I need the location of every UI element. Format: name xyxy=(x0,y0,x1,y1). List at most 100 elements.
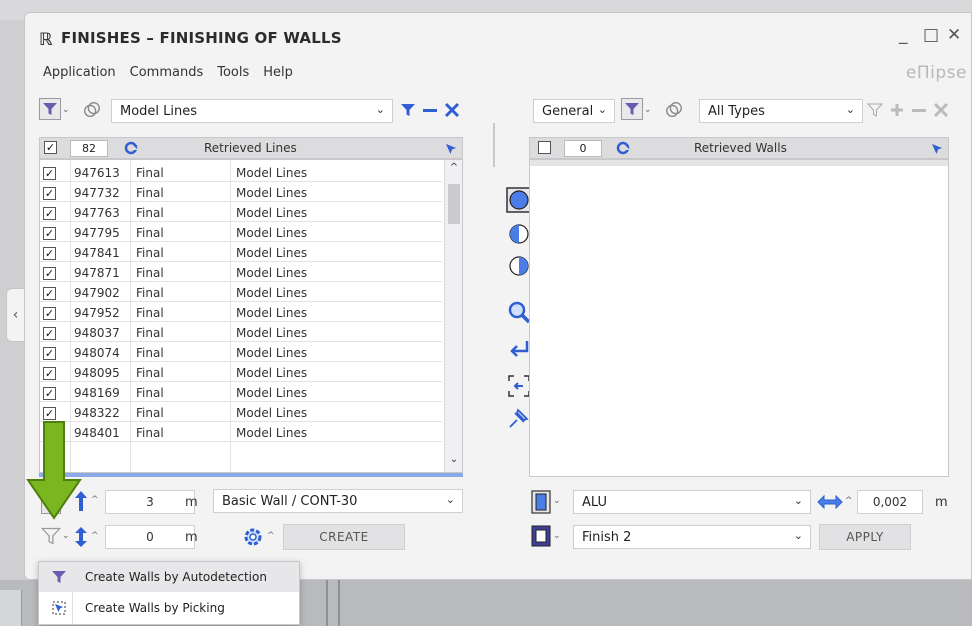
height-spinner-caret[interactable]: ^ xyxy=(91,495,99,505)
filter-dropdown-button[interactable] xyxy=(39,98,61,120)
menu-tools[interactable]: Tools xyxy=(215,65,251,80)
close-button[interactable]: ✕ xyxy=(947,25,961,45)
table-row[interactable]: ✓ 947763 Final Model Lines xyxy=(40,204,442,222)
row-checkbox[interactable]: ✓ xyxy=(43,267,56,280)
chevron-down-icon: ⌄ xyxy=(375,103,385,116)
height-input[interactable]: 3 xyxy=(105,490,195,514)
row-status: Final xyxy=(136,326,164,340)
minimize-button[interactable]: _ xyxy=(899,25,908,45)
menu-item-create-by-picking[interactable]: Create Walls by Picking xyxy=(39,593,299,623)
clear-filter-button[interactable] xyxy=(441,99,463,121)
row-type: Model Lines xyxy=(236,326,308,340)
funnel-icon[interactable] xyxy=(41,525,61,547)
material-value: ALU xyxy=(582,494,608,510)
material-layers-icon[interactable] xyxy=(531,490,551,514)
row-type: Model Lines xyxy=(236,266,308,280)
table-row[interactable]: ✓ 947841 Final Model Lines xyxy=(40,244,442,262)
row-id: 947952 xyxy=(74,306,120,320)
apply-button[interactable]: APPLY xyxy=(819,524,911,550)
create-mode-popup-menu: Create Walls by Autodetection Create Wal… xyxy=(38,561,300,625)
row-checkbox[interactable]: ✓ xyxy=(43,407,56,420)
row-type: Model Lines xyxy=(236,346,308,360)
types-select[interactable]: All Types ⌄ xyxy=(699,99,863,123)
walls-filter-dropdown-button[interactable] xyxy=(621,98,643,120)
row-checkbox[interactable]: ✓ xyxy=(43,247,56,260)
settings-caret[interactable]: ^ xyxy=(267,531,275,541)
line-category-select[interactable]: Model Lines ⌄ xyxy=(111,99,393,123)
lines-progress-bar xyxy=(39,473,463,477)
minus-icon[interactable] xyxy=(911,102,927,118)
gear-icon[interactable] xyxy=(241,525,265,549)
refresh-icon[interactable] xyxy=(124,141,138,155)
select-all-walls-checkbox[interactable] xyxy=(538,141,551,154)
table-row[interactable]: ✓ 947795 Final Model Lines xyxy=(40,224,442,242)
wall-type-select[interactable]: Basic Wall / CONT-30 ⌄ xyxy=(213,489,463,513)
row-checkbox[interactable]: ✓ xyxy=(43,387,56,400)
close-x-icon[interactable] xyxy=(933,102,949,118)
panel-splitter[interactable] xyxy=(493,123,495,167)
menu-commands[interactable]: Commands xyxy=(128,65,206,80)
maximize-button[interactable]: □ xyxy=(923,25,939,45)
table-row[interactable]: ✓ 947732 Final Model Lines xyxy=(40,184,442,202)
thickness-input[interactable]: 0,002 xyxy=(857,490,923,514)
row-id: 947902 xyxy=(74,286,120,300)
finish-swatch-icon[interactable] xyxy=(531,525,551,547)
table-row[interactable]: ✓ 948095 Final Model Lines xyxy=(40,364,442,382)
apply-filter-button[interactable] xyxy=(397,99,419,121)
table-row[interactable]: ✓ 947871 Final Model Lines xyxy=(40,264,442,282)
table-row[interactable]: ✓ 948322 Final Model Lines xyxy=(40,404,442,422)
table-row[interactable]: ✓ 948169 Final Model Lines xyxy=(40,384,442,402)
remove-filter-button[interactable] xyxy=(419,99,441,121)
collapse-panel-tab[interactable]: ‹ xyxy=(6,288,24,342)
link-rings-icon[interactable] xyxy=(663,99,685,121)
thickness-spinner-caret[interactable]: ^ xyxy=(845,496,853,506)
row-status: Final xyxy=(136,266,164,280)
row-checkbox[interactable]: ✓ xyxy=(43,367,56,380)
scroll-up-button[interactable]: ^ xyxy=(445,160,463,176)
thickness-arrows-icon xyxy=(817,494,843,510)
chevron-left-icon: ‹ xyxy=(12,307,19,323)
table-row[interactable]: ✓ 948037 Final Model Lines xyxy=(40,324,442,342)
row-checkbox[interactable]: ✓ xyxy=(43,207,56,220)
table-row[interactable]: ✓ 947613 Final Model Lines xyxy=(40,164,442,182)
cursor-pick-icon[interactable] xyxy=(444,142,458,156)
menu-item-create-by-autodetection[interactable]: Create Walls by Autodetection xyxy=(39,562,299,592)
lines-grid: ✓ 947613 Final Model Lines ✓ 947732 Final Model… xyxy=(39,159,463,473)
table-row[interactable]: ✓ 947952 Final Model Lines xyxy=(40,304,442,322)
offset-input[interactable]: 0 xyxy=(105,525,195,549)
row-status: Final xyxy=(136,166,164,180)
row-type: Model Lines xyxy=(236,426,308,440)
row-checkbox[interactable]: ✓ xyxy=(43,307,56,320)
category-value: General xyxy=(542,103,594,119)
funnel-icon[interactable] xyxy=(867,102,883,118)
row-checkbox[interactable]: ✓ xyxy=(43,227,56,240)
row-checkbox[interactable]: ✓ xyxy=(43,187,56,200)
category-select[interactable]: General ⌄ xyxy=(533,99,615,123)
menu-help[interactable]: Help xyxy=(261,65,295,80)
row-checkbox[interactable]: ✓ xyxy=(43,287,56,300)
table-row[interactable]: ✓948401FinalModel Lines xyxy=(40,424,442,442)
menu-application[interactable]: Application xyxy=(41,65,118,80)
row-type: Model Lines xyxy=(236,206,308,220)
highlight-arrow-icon xyxy=(26,421,82,520)
offset-spinner-caret[interactable]: ^ xyxy=(91,531,99,541)
row-type: Model Lines xyxy=(236,226,308,240)
chevron-down-icon: ⌄ xyxy=(553,531,561,541)
cursor-pick-icon[interactable] xyxy=(930,142,944,156)
row-checkbox[interactable]: ✓ xyxy=(43,347,56,360)
plus-icon[interactable] xyxy=(889,102,905,118)
row-status: Final xyxy=(136,406,164,420)
material-select[interactable]: ALU ⌄ xyxy=(573,490,811,514)
refresh-icon[interactable] xyxy=(616,141,630,155)
row-checkbox[interactable]: ✓ xyxy=(43,167,56,180)
select-all-lines-checkbox[interactable]: ✓ xyxy=(44,141,57,154)
row-checkbox[interactable]: ✓ xyxy=(43,327,56,340)
create-button[interactable]: CREATE xyxy=(283,524,405,550)
finish-select[interactable]: Finish 2 ⌄ xyxy=(573,525,811,549)
scrollbar-thumb[interactable] xyxy=(448,184,460,224)
lines-grid-scrollbar[interactable]: ^ ⌄ xyxy=(444,160,462,472)
table-row[interactable]: ✓ 948074 Final Model Lines xyxy=(40,344,442,362)
table-row[interactable]: ✓ 947902 Final Model Lines xyxy=(40,284,442,302)
scroll-down-button[interactable]: ⌄ xyxy=(445,452,463,468)
link-rings-icon[interactable] xyxy=(81,99,103,121)
